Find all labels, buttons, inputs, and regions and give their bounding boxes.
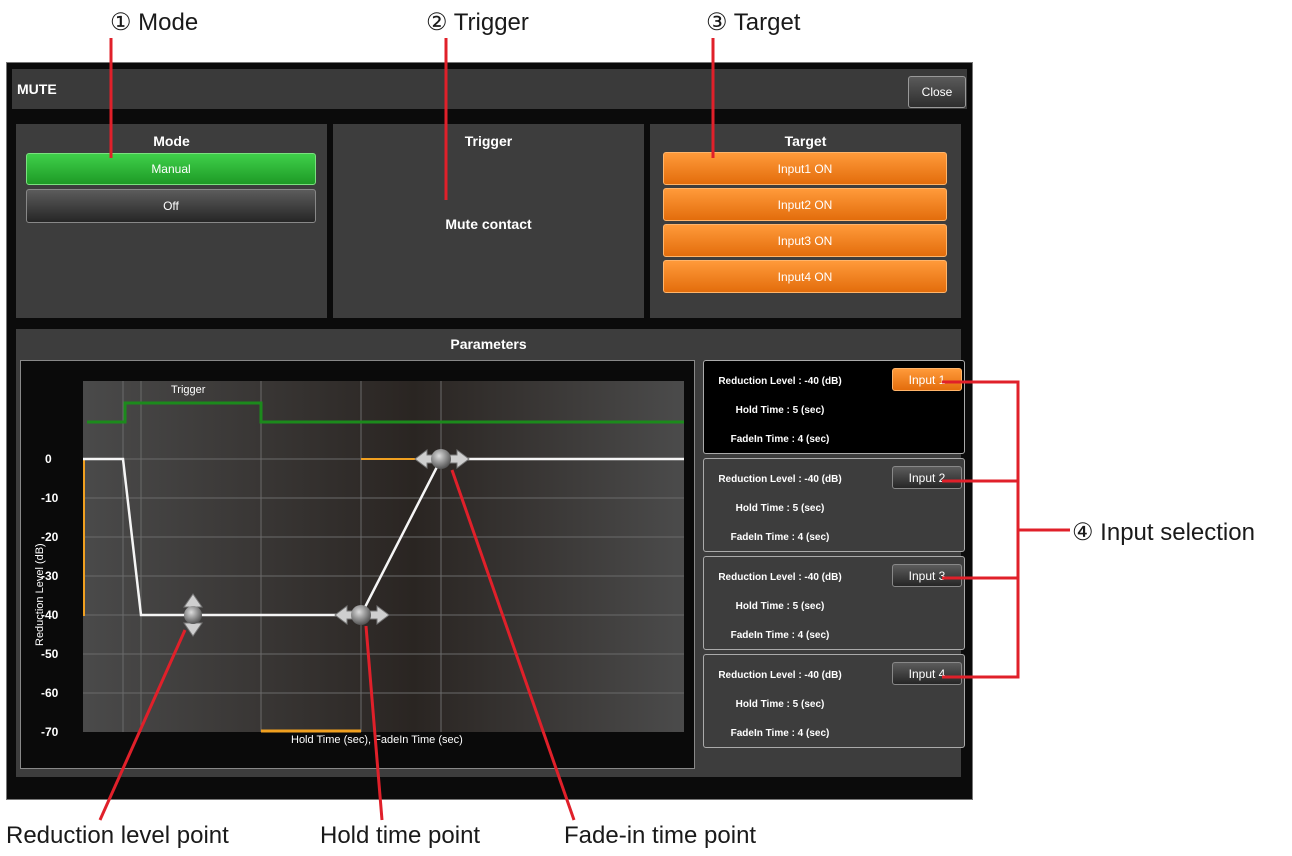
callout-hold-point: Hold time point <box>320 822 481 849</box>
y-tick-10: -10 <box>41 491 59 505</box>
input2-hold: Hold Time : 5 (sec) <box>735 503 825 514</box>
target-input1-button[interactable]: Input1 ON <box>663 152 947 185</box>
input2-reduction: Reduction Level : -40 (dB) <box>718 474 842 485</box>
window-title: MUTE <box>17 81 57 97</box>
input2-select-button[interactable]: Input 2 <box>892 466 962 489</box>
callout-target: ③ Target <box>706 9 801 36</box>
mode-manual-button[interactable]: Manual <box>26 153 316 185</box>
input4-select-button[interactable]: Input 4 <box>892 662 962 685</box>
y-tick-0: 0 <box>45 452 52 466</box>
trigger-panel: Trigger Mute contact <box>333 124 644 318</box>
mode-off-button[interactable]: Off <box>26 189 316 223</box>
callout-mode: ① Mode <box>110 9 199 36</box>
y-tick-50: -50 <box>41 647 59 661</box>
parameters-panel: Parameters Trigger 0 -10 -20 -30 -40 -50… <box>16 329 965 777</box>
mode-panel: Mode Manual Off <box>16 124 327 318</box>
target-input3-button[interactable]: Input3 ON <box>663 224 947 257</box>
input4-fadein: FadeIn Time : 4 (sec) <box>730 728 830 739</box>
callout-reduction-point: Reduction level point <box>6 822 229 849</box>
input4-reduction: Reduction Level : -40 (dB) <box>718 670 842 681</box>
trigger-panel-title: Trigger <box>464 133 513 149</box>
input3-select-button[interactable]: Input 3 <box>892 564 962 587</box>
mode-panel-title: Mode <box>153 133 190 149</box>
parameters-title: Parameters <box>450 336 527 352</box>
trigger-value: Mute contact <box>445 216 532 232</box>
graph-svg <box>83 381 684 733</box>
close-button[interactable]: Close <box>908 76 966 108</box>
y-tick-70: -70 <box>41 725 59 739</box>
input1-reduction: Reduction Level : -40 (dB) <box>718 376 842 387</box>
plot-background <box>83 381 684 732</box>
input3-fadein: FadeIn Time : 4 (sec) <box>730 630 830 641</box>
callout-input-selection: ④ Input selection <box>1072 519 1255 546</box>
callout-fadein-point: Fade-in time point <box>564 822 757 849</box>
title-bar: MUTE Close <box>12 69 967 109</box>
input1-select-button[interactable]: Input 1 <box>892 368 962 391</box>
input3-reduction: Reduction Level : -40 (dB) <box>718 572 842 583</box>
target-input2-button[interactable]: Input2 ON <box>663 188 947 221</box>
x-axis-label: Hold Time (sec), FadeIn Time (sec) <box>291 734 463 746</box>
input4-panel: Reduction Level : -40 (dB) Hold Time : 5… <box>703 654 965 748</box>
graph-trigger-label: Trigger <box>171 384 206 396</box>
target-panel-title: Target <box>784 133 827 149</box>
input2-fadein: FadeIn Time : 4 (sec) <box>730 532 830 543</box>
y-tick-60: -60 <box>41 686 59 700</box>
input4-hold: Hold Time : 5 (sec) <box>735 699 825 710</box>
input1-fadein: FadeIn Time : 4 (sec) <box>730 434 830 445</box>
target-panel: Target Input1 ON Input2 ON Input3 ON Inp… <box>650 124 961 318</box>
input1-hold: Hold Time : 5 (sec) <box>735 405 825 416</box>
y-axis-label: Reduction Level (dB) <box>34 543 46 646</box>
input1-panel: Reduction Level : -40 (dB) Hold Time : 5… <box>703 360 965 454</box>
target-input4-button[interactable]: Input4 ON <box>663 260 947 293</box>
input3-hold: Hold Time : 5 (sec) <box>735 601 825 612</box>
mute-window: MUTE Close Mode Manual Off Trigger Mute … <box>6 62 973 800</box>
callout-trigger: ② Trigger <box>426 9 529 36</box>
input2-panel: Reduction Level : -40 (dB) Hold Time : 5… <box>703 458 965 552</box>
input3-panel: Reduction Level : -40 (dB) Hold Time : 5… <box>703 556 965 650</box>
parameter-graph: Trigger 0 -10 -20 -30 -40 -50 -60 -70 Re… <box>20 360 695 769</box>
y-tick-20: -20 <box>41 530 59 544</box>
